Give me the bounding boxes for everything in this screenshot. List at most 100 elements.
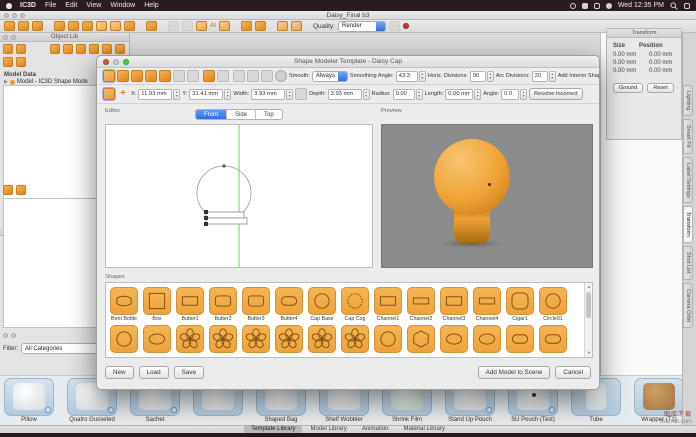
tab-lighting[interactable]: Lighting (683, 85, 693, 116)
save-button[interactable]: Save (174, 366, 204, 379)
camera-icon[interactable] (255, 21, 266, 31)
dialog-titlebar[interactable]: Shape Modeler Template - Daisy Cap (97, 56, 599, 68)
folder-open-icon[interactable] (16, 57, 26, 67)
template-thumb-wrapper[interactable] (634, 378, 684, 416)
depth-input[interactable] (328, 89, 362, 100)
library-panel-controls[interactable] (3, 333, 16, 338)
obj-tool-1-icon[interactable] (50, 44, 60, 54)
radius-input[interactable] (393, 89, 415, 100)
search-icon[interactable] (670, 2, 678, 10)
shape-tile-cap-base[interactable] (308, 287, 336, 315)
undo-icon[interactable] (277, 21, 288, 31)
redo-edit-icon[interactable] (187, 70, 199, 82)
menu-clock[interactable]: Wed 12:35 PM (618, 2, 664, 9)
shape-tile-butter2[interactable] (209, 287, 237, 315)
shape-tile-circle01[interactable] (539, 287, 567, 315)
render-settings-icon[interactable] (389, 21, 400, 31)
obj-tool-4-icon[interactable] (89, 44, 99, 54)
rect-shape-icon[interactable] (203, 70, 215, 82)
obj-tool-3-icon[interactable] (76, 44, 86, 54)
new-button[interactable]: New (105, 366, 134, 379)
shape-tile-daisy4[interactable] (275, 325, 303, 353)
dialog-traffic-lights[interactable] (103, 59, 129, 65)
status-icon[interactable] (570, 3, 576, 9)
tab-camera-orbit[interactable]: Camera Orbit (683, 283, 693, 328)
star-tool-icon[interactable] (196, 21, 207, 31)
length-input[interactable] (445, 89, 473, 100)
delete-layer-icon[interactable] (16, 185, 26, 195)
width-stepper[interactable] (286, 89, 293, 100)
shape-tile-butter4[interactable] (275, 287, 303, 315)
smoothing-angle-stepper[interactable] (419, 71, 426, 82)
shape-tile-channel2[interactable] (407, 287, 435, 315)
shape-tile-box[interactable] (143, 287, 171, 315)
folder-icon[interactable] (3, 57, 13, 67)
size-y-value[interactable]: 0.00 mm (613, 60, 641, 66)
menu-view[interactable]: View (86, 2, 101, 9)
ground-button[interactable]: Ground (613, 83, 643, 93)
group-icon[interactable] (182, 21, 193, 31)
cancel-button[interactable]: Cancel (555, 366, 591, 379)
tab-transform[interactable]: Transform (683, 206, 693, 243)
erase-icon[interactable] (217, 70, 229, 82)
scroll-thumb[interactable] (586, 292, 591, 318)
shape-tile-circle2[interactable] (374, 325, 402, 353)
select-point-icon[interactable] (103, 70, 115, 82)
depth-stepper[interactable] (363, 89, 370, 100)
arc-divisions-stepper[interactable] (549, 71, 556, 82)
smooth-point-icon[interactable] (275, 70, 287, 82)
menu-file[interactable]: File (45, 2, 56, 9)
shape-tile-ellipse2[interactable] (440, 325, 468, 353)
apple-menu-icon[interactable] (6, 3, 12, 9)
smoothing-angle-input[interactable] (396, 71, 418, 82)
size-z-value[interactable]: 0.00 mm (613, 68, 641, 74)
shape-tile-daisy6[interactable] (341, 325, 369, 353)
template-thumb-pillow[interactable] (4, 378, 54, 416)
y-input[interactable] (189, 89, 223, 100)
profile-editor-canvas[interactable] (105, 124, 373, 268)
minimize-icon[interactable] (113, 59, 119, 65)
zoom-in-icon[interactable] (117, 70, 129, 82)
zoom-tool-icon[interactable] (68, 21, 79, 31)
shape-tile-hexagon[interactable] (407, 325, 435, 353)
menu-app[interactable]: IC3D (20, 2, 36, 9)
battery-icon[interactable] (606, 3, 612, 9)
tab-material-library[interactable]: Material Library (397, 426, 452, 433)
shape-tile-stadium2[interactable] (539, 325, 567, 353)
tab-top[interactable]: Top (256, 110, 282, 119)
load-button[interactable]: Load (139, 366, 169, 379)
angle-input[interactable] (501, 89, 519, 100)
shape-tile-channel3[interactable] (440, 287, 468, 315)
horiz-divisions-stepper[interactable] (487, 71, 494, 82)
cut-tool-icon[interactable] (146, 21, 157, 31)
arc-divisions-input[interactable] (532, 71, 548, 82)
paint-depth-icon[interactable] (295, 88, 307, 100)
shape-tile-ellipse3[interactable] (473, 325, 501, 353)
orbit-tool-icon[interactable] (124, 21, 135, 31)
obj-tool-2-icon[interactable] (63, 44, 73, 54)
pan-tool-icon[interactable] (82, 21, 93, 31)
shape-tile-butter1[interactable] (176, 287, 204, 315)
shape-tile-daisy5[interactable] (308, 325, 336, 353)
tab-front[interactable]: Front (196, 110, 227, 119)
shape-tile-bent-bottle[interactable] (110, 287, 138, 315)
y-stepper[interactable] (224, 89, 231, 100)
radius-stepper[interactable] (416, 89, 423, 100)
open-file-icon[interactable] (18, 21, 29, 31)
control-center-icon[interactable] (684, 3, 690, 9)
shape-tile-daisy1[interactable] (176, 325, 204, 353)
save-file-icon[interactable] (32, 21, 43, 31)
x-stepper[interactable] (173, 89, 180, 100)
angle-stepper[interactable] (520, 89, 527, 100)
position-x-value[interactable]: 0.00 mm (649, 52, 672, 58)
add-object-icon[interactable] (3, 44, 13, 54)
preview-3d-canvas[interactable] (381, 124, 593, 268)
zoom-region-icon[interactable] (131, 70, 143, 82)
redo-icon[interactable] (291, 21, 302, 31)
position-z-value[interactable]: 0.00 mm (649, 68, 672, 74)
ai-tool-icon[interactable]: AI (210, 23, 216, 29)
zoom-icon[interactable] (123, 59, 129, 65)
shape-tile-channel4[interactable] (473, 287, 501, 315)
shape-tile-stadium1[interactable] (506, 325, 534, 353)
select-tool-icon[interactable] (54, 21, 65, 31)
